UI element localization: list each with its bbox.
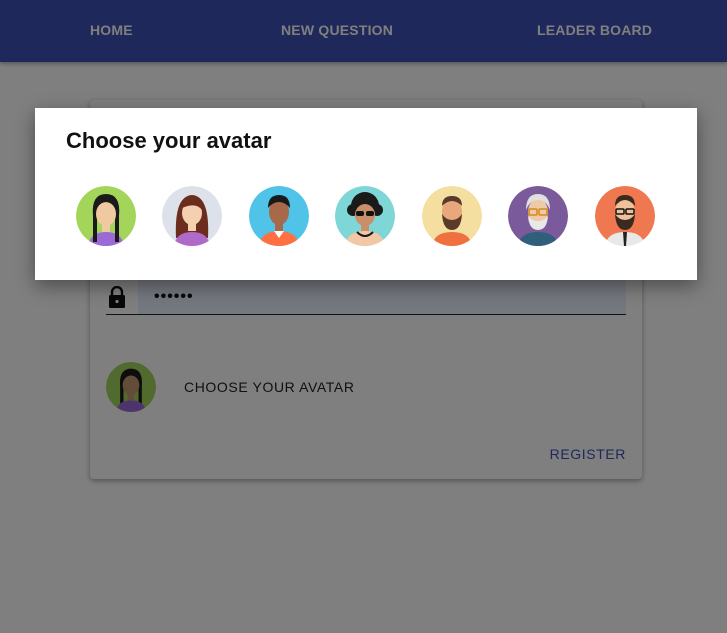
avatar-option-4[interactable] [335, 186, 395, 246]
avatar-option-1[interactable] [76, 186, 136, 246]
avatar-option-3[interactable] [249, 186, 309, 246]
avatar-man-dark-skin-icon [249, 186, 309, 246]
avatar-option-5[interactable] [422, 186, 482, 246]
avatar-older-man-glasses-icon [508, 186, 568, 246]
modal-backdrop[interactable] [0, 0, 727, 633]
avatar-option-6[interactable] [508, 186, 568, 246]
avatar-option-2[interactable] [162, 186, 222, 246]
avatar-woman-brown-hair-icon [162, 186, 222, 246]
avatar-dialog: Choose your avatar [35, 108, 697, 280]
avatar-bearded-man-icon [422, 186, 482, 246]
dialog-title: Choose your avatar [66, 128, 272, 153]
avatar-hipster-man-icon [595, 186, 655, 246]
avatar-option-7[interactable] [595, 186, 655, 246]
avatar-girl-black-hair-icon [76, 186, 136, 246]
avatar-curly-hair-sunglasses-icon [335, 186, 395, 246]
